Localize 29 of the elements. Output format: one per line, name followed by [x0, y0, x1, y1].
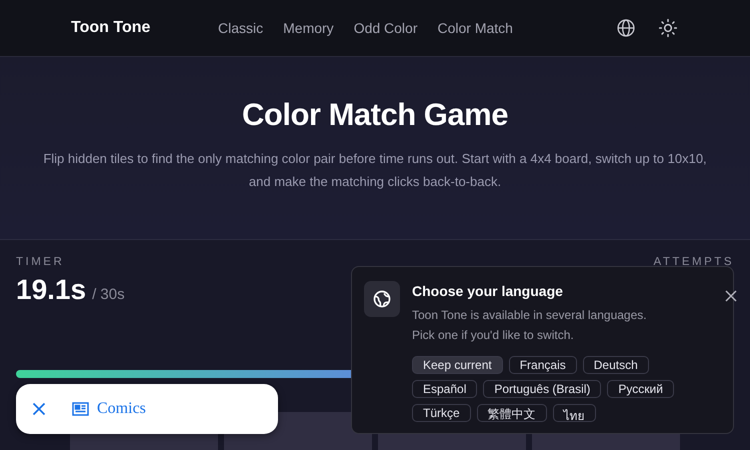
globe-icon: [364, 281, 400, 317]
language-option[interactable]: ไทย: [552, 404, 596, 422]
timer-label: TIMER: [16, 256, 66, 268]
language-option[interactable]: Deutsch: [582, 356, 649, 374]
nav-link[interactable]: Color Match: [438, 20, 513, 36]
language-option[interactable]: 繁體中文: [476, 404, 547, 422]
page-description: Flip hidden tiles to find the only matching color pair before time runs out. Start with a 4x4 board, switch up to 10x10, and make the matching clicks back-to-back.: [42, 150, 708, 191]
popup-message: Toon Tone is available in several languages. Pick one if you'd like to switch.: [412, 307, 648, 344]
language-option[interactable]: Français: [508, 356, 577, 374]
timer-value: 19.1s: [16, 274, 86, 306]
globe-icon[interactable]: [615, 17, 637, 39]
close-icon[interactable]: [32, 402, 46, 416]
timer-limit: / 30s: [92, 286, 125, 303]
attempts-label: ATTEMPTS: [654, 256, 734, 268]
language-option[interactable]: Türkçe: [412, 404, 471, 422]
comics-link[interactable]: Comics: [72, 400, 146, 418]
nav-link[interactable]: Classic: [218, 20, 264, 36]
newspaper-icon: [72, 402, 89, 416]
language-option[interactable]: Русский: [607, 380, 674, 398]
popup-title: Choose your language: [412, 283, 564, 299]
nav-link[interactable]: Odd Color: [354, 20, 418, 36]
language-option[interactable]: Keep current: [412, 356, 503, 374]
language-option[interactable]: Español: [412, 380, 478, 398]
close-icon[interactable]: [724, 289, 738, 303]
brand-logo[interactable]: Toon Tone: [71, 19, 218, 37]
nav-link[interactable]: Memory: [283, 20, 334, 36]
language-option[interactable]: Português (Brasil): [483, 380, 602, 398]
page-title: Color Match Game: [242, 97, 508, 133]
sun-icon[interactable]: [657, 17, 679, 39]
